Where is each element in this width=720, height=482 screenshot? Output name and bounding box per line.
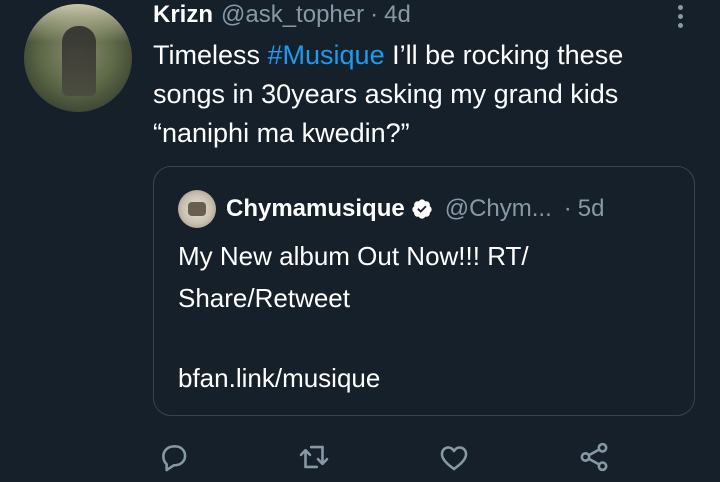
avatar-figure [62,26,96,96]
quoted-author-name: Chymamusique [226,195,405,222]
more-icon[interactable] [670,2,690,30]
tweet-actions [153,436,623,480]
header-separator: · [370,1,379,28]
quoted-author-handle: @Chym... [444,195,552,222]
reply-icon[interactable] [157,440,191,474]
tweet-text: Timeless #Musique I’ll be rocking these … [153,36,698,153]
hashtag-link[interactable]: #Musique [268,40,385,70]
quoted-tweet-card[interactable]: Chymamusique @Chym... · 5d My New album … [153,166,695,416]
quoted-tweet-link[interactable]: bfan.link/musique [178,357,380,399]
author-handle[interactable]: @ask_topher [221,1,364,29]
quoted-tweet-timestamp: 5d [577,195,605,222]
retweet-icon[interactable] [297,440,331,474]
tweet-text-before: Timeless [153,40,268,70]
quoted-tweet-text: My New album Out Now!!! RT/ Share/Retwee… [178,241,529,313]
tweet-header: Krizn @ask_topher · 4d [153,0,411,30]
quoted-header-separator: · [563,195,572,222]
author-avatar[interactable] [24,4,132,112]
verified-icon [412,199,432,219]
quoted-author-avatar [178,190,216,228]
share-icon[interactable] [577,440,611,474]
tweet-timestamp[interactable]: 4d [384,1,411,29]
quoted-tweet-header: Chymamusique @Chym... · 5d [178,190,605,228]
author-name[interactable]: Krizn [153,1,213,29]
like-icon[interactable] [437,440,471,474]
